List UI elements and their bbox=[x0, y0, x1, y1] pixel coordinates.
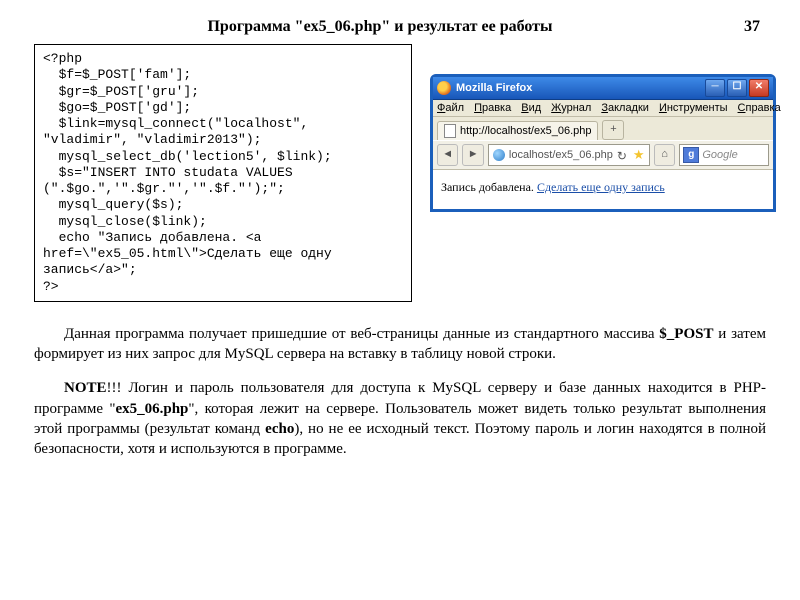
navigation-toolbar: ◄ ► localhost/ex5_06.php ↻ ★ ⌂ g Google bbox=[433, 140, 773, 170]
menu-file[interactable]: Файл bbox=[437, 102, 464, 114]
body-text: Данная программа получает пришедшие от в… bbox=[34, 324, 766, 460]
page-header: Программа "ex5_06.php" и результат ее ра… bbox=[34, 18, 766, 36]
tab-strip: http://localhost/ex5_06.php + bbox=[433, 117, 773, 140]
menu-tools[interactable]: Инструменты bbox=[659, 102, 728, 114]
google-icon: g bbox=[683, 147, 699, 163]
paragraph-1: Данная программа получает пришедшие от в… bbox=[34, 324, 766, 365]
reload-icon[interactable]: ↻ bbox=[617, 149, 629, 161]
titlebar: Mozilla Firefox ─ ☐ ✕ bbox=[433, 77, 773, 100]
header-title: Программа "ex5_06.php" и результат ее ра… bbox=[40, 18, 720, 36]
menu-bookmarks[interactable]: Закладки bbox=[601, 102, 649, 114]
page-content: Запись добавлена. Сделать еще одну запис… bbox=[433, 170, 773, 209]
menu-view[interactable]: Вид bbox=[521, 102, 541, 114]
maximize-button[interactable]: ☐ bbox=[727, 79, 747, 97]
url-text: localhost/ex5_06.php bbox=[509, 149, 613, 161]
page-number: 37 bbox=[720, 18, 760, 36]
browser-tab[interactable]: http://localhost/ex5_06.php bbox=[437, 121, 598, 140]
firefox-icon bbox=[437, 81, 451, 95]
result-link[interactable]: Сделать еще одну запись bbox=[537, 180, 665, 194]
close-button[interactable]: ✕ bbox=[749, 79, 769, 97]
tab-label: http://localhost/ex5_06.php bbox=[460, 125, 591, 137]
browser-window: Mozilla Firefox ─ ☐ ✕ Файл Правка Вид Жу… bbox=[430, 74, 776, 212]
menu-edit[interactable]: Правка bbox=[474, 102, 511, 114]
window-title: Mozilla Firefox bbox=[456, 82, 532, 94]
minimize-button[interactable]: ─ bbox=[705, 79, 725, 97]
menu-history[interactable]: Журнал bbox=[551, 102, 591, 114]
search-placeholder: Google bbox=[702, 149, 737, 161]
page-icon bbox=[444, 124, 456, 138]
code-listing: <?php $f=$_POST['fam']; $gr=$_POST['gru'… bbox=[34, 44, 412, 302]
result-text: Запись добавлена. bbox=[441, 180, 537, 194]
globe-icon bbox=[493, 149, 505, 161]
back-button[interactable]: ◄ bbox=[437, 144, 458, 166]
bookmark-icon[interactable]: ★ bbox=[633, 149, 645, 161]
search-field[interactable]: g Google bbox=[679, 144, 769, 166]
menubar: Файл Правка Вид Журнал Закладки Инструме… bbox=[433, 100, 773, 117]
menu-help[interactable]: Справка bbox=[738, 102, 781, 114]
new-tab-button[interactable]: + bbox=[602, 120, 624, 140]
address-bar[interactable]: localhost/ex5_06.php ↻ ★ bbox=[488, 144, 650, 166]
paragraph-2: NOTE!!! Логин и пароль пользователя для … bbox=[34, 378, 766, 459]
home-button[interactable]: ⌂ bbox=[654, 144, 675, 166]
forward-button[interactable]: ► bbox=[462, 144, 483, 166]
